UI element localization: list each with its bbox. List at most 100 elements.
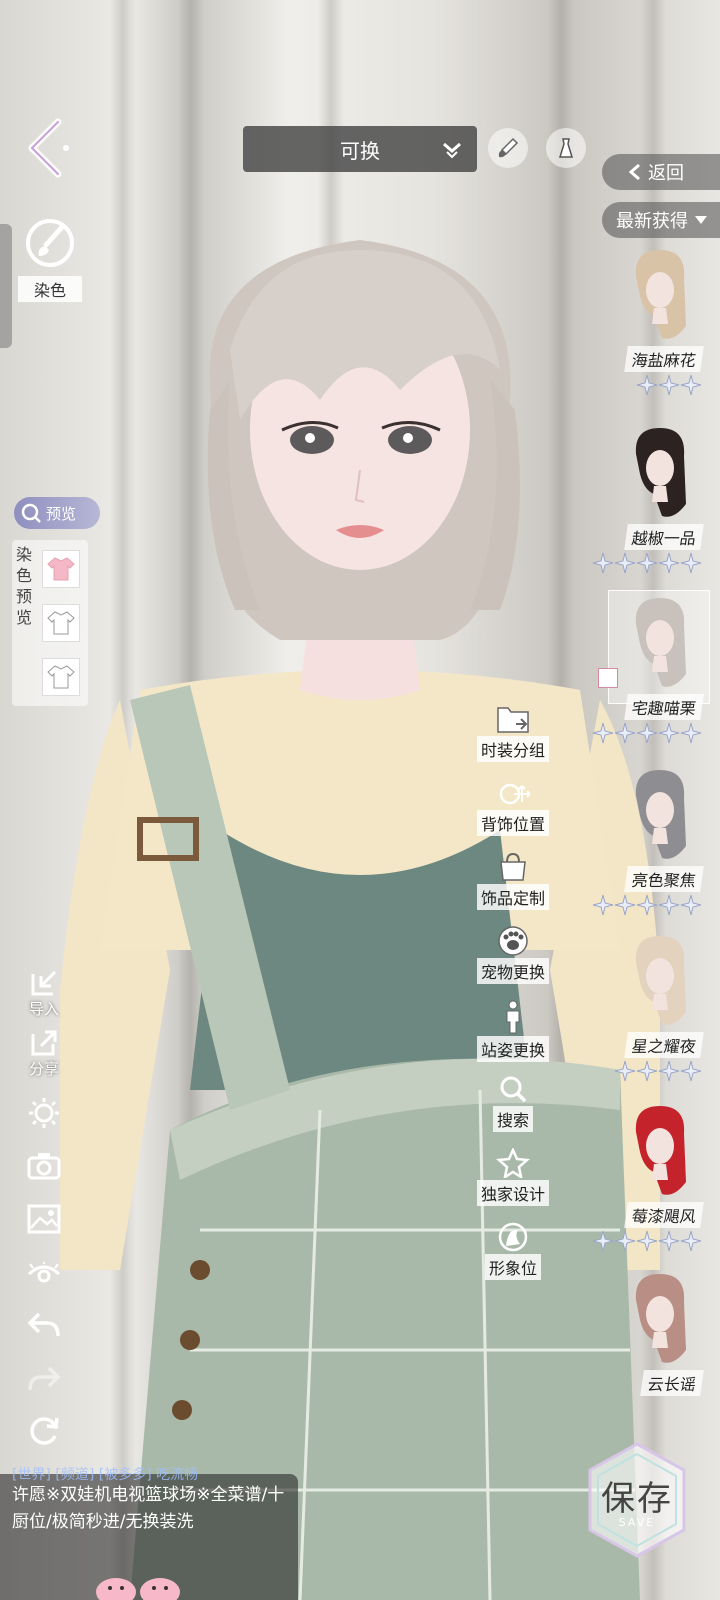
rating-star-icon — [680, 1230, 702, 1252]
exclusive-design-button[interactable]: 独家设计 — [468, 1148, 558, 1206]
triangle-down-icon — [695, 216, 707, 224]
magnifier-icon — [21, 503, 41, 523]
hairstyle-name: 亮色聚焦 — [624, 866, 704, 892]
hairstyle-item[interactable]: 星之耀夜 — [592, 928, 720, 1092]
hairstyle-thumbnail — [635, 1106, 686, 1195]
preview-label: 预览 — [46, 504, 77, 523]
shirt-icon — [47, 665, 75, 689]
chevron-left-icon — [628, 163, 640, 181]
search-icon — [500, 1076, 527, 1103]
chevron-down-icon — [443, 142, 461, 159]
shirt-slot-2[interactable] — [42, 604, 80, 642]
figure-icon — [506, 1000, 520, 1034]
shirt-slot-3[interactable] — [42, 658, 80, 696]
rating-star-icon — [636, 552, 658, 574]
pose-change-label: 站姿更换 — [476, 1036, 549, 1062]
reset-button[interactable] — [22, 1414, 66, 1448]
rating-star-icon — [680, 894, 702, 916]
star-rating — [592, 1230, 702, 1252]
preview-toggle[interactable]: 预览 — [14, 497, 100, 529]
dye-button[interactable]: 染色 — [18, 216, 82, 302]
dye-preview-panel: 染色预览 — [12, 540, 88, 706]
hairstyle-item[interactable]: 莓漆飓风 — [592, 1098, 720, 1262]
rating-star-icon — [658, 894, 680, 916]
save-sublabel: SAVE — [618, 1516, 656, 1529]
outfit-button[interactable] — [546, 128, 586, 168]
lighting-button[interactable] — [22, 1096, 66, 1130]
rating-star-icon — [592, 894, 614, 916]
rating-star-icon — [680, 1060, 702, 1082]
eye-icon — [27, 1262, 61, 1283]
undo-icon — [27, 1312, 60, 1337]
hairstyle-item[interactable]: 海盐麻花 — [592, 242, 720, 406]
rating-star-icon — [658, 722, 680, 744]
back-accessory-position-label: 背饰位置 — [476, 810, 549, 836]
star-rating — [592, 894, 702, 916]
rating-star-icon — [614, 1230, 636, 1252]
rating-star-icon — [592, 722, 614, 744]
share-button[interactable]: 分享 — [22, 1028, 66, 1079]
back-accessory-position-button[interactable]: 背饰位置 — [468, 778, 558, 836]
camera-button[interactable] — [22, 1150, 66, 1180]
rating-star-icon — [636, 894, 658, 916]
fashion-group-label: 时装分组 — [476, 736, 549, 762]
search-button[interactable]: 搜索 — [468, 1074, 558, 1132]
folder-icon — [497, 707, 529, 733]
rating-star-icon — [680, 552, 702, 574]
sort-dropdown[interactable]: 最新获得 — [602, 202, 720, 238]
rating-star-icon — [636, 1060, 658, 1082]
star-rating — [614, 1060, 702, 1082]
camera-icon — [27, 1153, 61, 1180]
hairstyle-name: 星之耀夜 — [624, 1032, 704, 1058]
image-icon — [27, 1204, 61, 1234]
chat-faint-line: [世界] [频道] [被多多] 吃流畅 — [12, 1467, 199, 1483]
hairstyle-thumbnail — [635, 936, 686, 1025]
shirt-slot-1[interactable] — [42, 550, 80, 588]
hairstyle-item[interactable]: 云长谣 — [592, 1266, 720, 1430]
filter-dropdown-label: 可换 — [340, 138, 380, 163]
hairstyle-item[interactable]: 越椒一品 — [592, 420, 720, 584]
pose-change-button[interactable]: 站姿更换 — [468, 1000, 558, 1062]
rating-star-icon — [680, 374, 702, 396]
save-button[interactable]: 保存 SAVE — [584, 1440, 690, 1560]
chat-box[interactable]: [世界] [频道] [被多多] 吃流畅 许愿※双娃机电视篮球场※全菜谱/十厨位/… — [0, 1468, 298, 1600]
share-label: 分享 — [28, 1060, 59, 1078]
rating-star-icon — [614, 894, 636, 916]
undo-button[interactable] — [22, 1310, 66, 1340]
import-button[interactable]: 导入 — [22, 968, 66, 1019]
import-label: 导入 — [28, 1000, 59, 1018]
return-button[interactable]: 返回 — [602, 154, 720, 190]
hairstyle-name: 越椒一品 — [624, 524, 704, 550]
redo-button[interactable] — [22, 1364, 66, 1394]
fashion-group-button[interactable]: 时装分组 — [468, 704, 558, 762]
move-icon — [499, 783, 530, 805]
hairstyle-name: 云长谣 — [640, 1370, 704, 1396]
paw-icon — [498, 926, 528, 956]
visibility-button[interactable] — [22, 1262, 66, 1286]
save-label: 保存 — [601, 1479, 673, 1519]
hairstyle-name: 海盐麻花 — [624, 346, 704, 372]
brush-icon — [498, 137, 519, 158]
hairstyle-item[interactable]: 亮色聚焦 — [592, 762, 720, 926]
rating-star-icon — [614, 1060, 636, 1082]
gallery-button[interactable] — [22, 1204, 66, 1234]
import-icon — [31, 970, 57, 996]
rating-star-icon — [658, 374, 680, 396]
return-label: 返回 — [648, 163, 684, 184]
hairstyle-thumbnail — [635, 428, 686, 517]
left-drawer-tab[interactable] — [0, 224, 12, 348]
back-arrow-icon[interactable] — [22, 118, 74, 178]
filter-dropdown[interactable]: 可换 — [243, 126, 477, 172]
image-slot-button[interactable]: 形象位 — [468, 1222, 558, 1280]
star-rating — [636, 374, 702, 396]
sort-label: 最新获得 — [616, 211, 688, 232]
rating-star-icon — [658, 1060, 680, 1082]
rating-star-icon — [636, 374, 658, 396]
brush-button[interactable] — [488, 128, 528, 168]
pet-change-button[interactable]: 宠物更换 — [468, 926, 558, 984]
hairstyle-item[interactable]: 宅趣喵栗 — [592, 590, 720, 754]
pet-change-label: 宠物更换 — [476, 958, 549, 984]
image-slot-label: 形象位 — [484, 1254, 541, 1280]
accessory-customize-button[interactable]: 饰品定制 — [468, 852, 558, 910]
shirt-icon — [47, 557, 75, 581]
